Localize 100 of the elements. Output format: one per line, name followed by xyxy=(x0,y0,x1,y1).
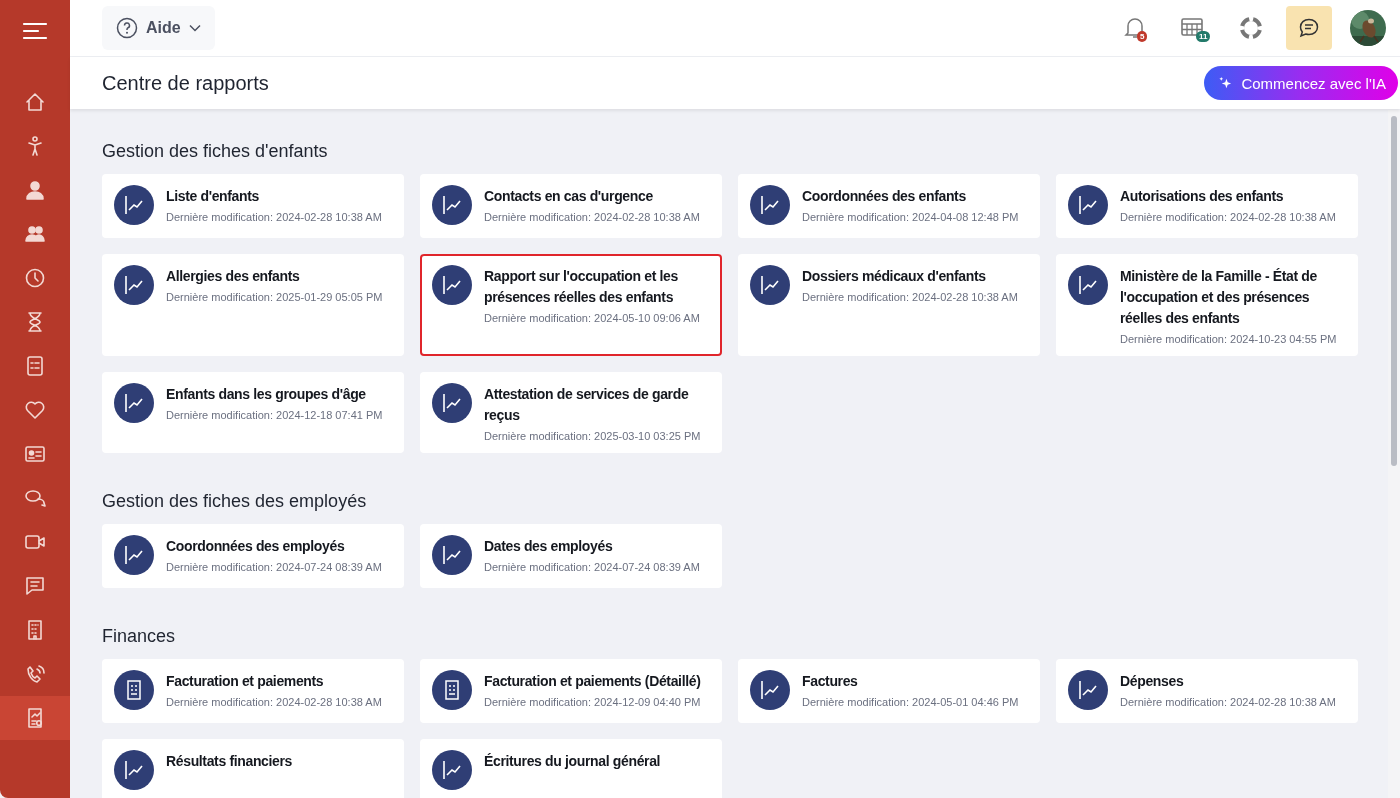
chart-icon xyxy=(114,383,154,423)
report-title: Coordonnées des enfants xyxy=(802,187,967,206)
report-card[interactable]: Liste d'enfants Dernière modification: 2024-02-28 10:38 AM xyxy=(102,174,404,238)
report-title: Contacts en cas d'urgence xyxy=(484,187,654,206)
last-modified: Dernière modification: 2025-03-10 03:25 PM xyxy=(484,430,702,442)
message-icon xyxy=(24,575,46,597)
last-modified: Dernière modification: 2024-02-28 10:38 AM xyxy=(166,211,382,223)
clock-icon xyxy=(24,267,46,289)
report-card[interactable]: Allergies des enfants Dernière modification: 2025-01-29 05:05 PM xyxy=(102,254,404,356)
help-icon xyxy=(116,17,138,39)
invoice-icon xyxy=(114,670,154,710)
report-title: Enfants dans les groupes d'âge xyxy=(166,385,367,404)
chart-icon xyxy=(114,535,154,575)
chart-icon xyxy=(114,750,154,790)
group-icon xyxy=(24,223,46,245)
chart-icon xyxy=(750,265,790,305)
report-title: Allergies des enfants xyxy=(166,267,301,286)
chat-button[interactable] xyxy=(1286,6,1332,50)
last-modified: Dernière modification: 2024-04-08 12:48 PM xyxy=(802,211,1019,223)
heart-icon xyxy=(24,399,46,421)
report-title: Facturation et paiements (Détaillé) xyxy=(484,672,701,691)
report-title: Résultats financiers xyxy=(166,752,293,771)
chart-icon xyxy=(750,185,790,225)
report-card[interactable]: Rapport sur l'occupation et les présences réelles des enfants Dernière modification: 2024-05-10 09:06 AM xyxy=(420,254,722,356)
notification-count: 5 xyxy=(1137,31,1148,42)
ai-button[interactable]: Commencez avec l'IA xyxy=(1204,66,1398,100)
last-modified: Dernière modification: 2024-07-24 08:39 AM xyxy=(166,561,382,573)
section-title: Gestion des fiches des employés xyxy=(102,491,368,512)
scrollbar[interactable] xyxy=(1388,110,1400,798)
report-title: Dates des employés xyxy=(484,537,614,556)
report-card[interactable]: Autorisations des enfants Dernière modification: 2024-02-28 10:38 AM xyxy=(1056,174,1358,238)
user-icon xyxy=(24,179,46,201)
chart-icon xyxy=(114,265,154,305)
last-modified: Dernière modification: 2024-02-28 10:38 AM xyxy=(1120,696,1336,708)
chart-icon xyxy=(1068,185,1108,225)
chart-icon xyxy=(1068,265,1108,305)
last-modified: Dernière modification: 2024-05-10 09:06 AM xyxy=(484,312,701,324)
chart-icon xyxy=(432,185,472,225)
schedule-button[interactable]: 11 xyxy=(1170,6,1216,50)
report-card[interactable]: Contacts en cas d'urgence Dernière modification: 2024-02-28 10:38 AM xyxy=(420,174,722,238)
phone-icon xyxy=(24,663,46,685)
report-card[interactable]: Facturation et paiements Dernière modification: 2024-02-28 10:38 AM xyxy=(102,659,404,723)
report-card[interactable]: Dépenses Dernière modification: 2024-02-28 10:38 AM xyxy=(1056,659,1358,723)
help-dropdown[interactable]: Aide xyxy=(102,6,215,50)
last-modified: Dernière modification: 2024-10-23 04:55 PM xyxy=(1120,333,1338,345)
report-title: Autorisations des enfants xyxy=(1120,187,1285,206)
report-title: Facturation et paiements xyxy=(166,672,325,691)
report-card[interactable]: Attestation de services de garde reçus Dernière modification: 2025-03-10 03:25 PM xyxy=(420,372,722,453)
report-title: Rapport sur l'occupation et les présences réelles des enfants xyxy=(484,267,679,307)
invoice-icon xyxy=(432,670,472,710)
report-card[interactable]: Coordonnées des enfants Dernière modification: 2024-04-08 12:48 PM xyxy=(738,174,1040,238)
schedule-count: 11 xyxy=(1196,31,1211,42)
last-modified: Dernière modification: 2024-02-28 10:38 AM xyxy=(1120,211,1336,223)
report-title: Dossiers médicaux d'enfants xyxy=(802,267,987,286)
lifebuoy-icon xyxy=(1240,17,1262,39)
section-title: Gestion des fiches d'enfants xyxy=(102,141,329,162)
notifications-button[interactable]: 5 xyxy=(1112,6,1158,50)
chart-icon xyxy=(432,750,472,790)
report-title: Liste d'enfants xyxy=(166,187,260,206)
chart-icon xyxy=(432,383,472,423)
id-card-icon xyxy=(24,443,46,465)
last-modified: Dernière modification: 2024-02-28 10:38 AM xyxy=(802,291,1018,303)
chart-icon xyxy=(432,265,472,305)
report-card[interactable]: Dates des employés Dernière modification: 2024-07-24 08:39 AM xyxy=(420,524,722,588)
last-modified: Dernière modification: 2024-05-01 04:46 PM xyxy=(802,696,1019,708)
report-title: Attestation de services de garde reçus xyxy=(484,385,690,425)
report-card[interactable]: Dossiers médicaux d'enfants Dernière modification: 2024-02-28 10:38 AM xyxy=(738,254,1040,356)
menu-icon xyxy=(22,22,48,40)
report-card[interactable]: Coordonnées des employés Dernière modification: 2024-07-24 08:39 AM xyxy=(102,524,404,588)
home-icon xyxy=(24,91,46,113)
report-card[interactable]: Factures Dernière modification: 2024-05-01 04:46 PM xyxy=(738,659,1040,723)
chat-bubbles-icon xyxy=(24,487,46,509)
report-title: Coordonnées des employés xyxy=(166,537,346,556)
last-modified: Dernière modification: 2024-12-09 04:40 PM xyxy=(484,696,701,708)
last-modified: Dernière modification: 2024-07-24 08:39 AM xyxy=(484,561,700,573)
sidebar-item[interactable] xyxy=(0,696,70,740)
report-title: Factures xyxy=(802,672,859,691)
page-title: Centre de rapports xyxy=(102,71,269,95)
sparkle-icon xyxy=(1218,75,1234,91)
report-card[interactable]: Enfants dans les groupes d'âge Dernière modification: 2024-12-18 07:41 PM xyxy=(102,372,404,453)
chart-icon xyxy=(114,185,154,225)
last-modified: Dernière modification: 2024-02-28 10:38 AM xyxy=(166,696,382,708)
chat-icon xyxy=(1298,17,1320,39)
report-card[interactable]: Écritures du journal général xyxy=(420,739,722,798)
chart-icon xyxy=(432,535,472,575)
section-title: Finances xyxy=(102,626,177,647)
chart-icon xyxy=(750,670,790,710)
chart-icon xyxy=(1068,670,1108,710)
report-title: Dépenses xyxy=(1120,672,1185,691)
report-card[interactable]: Ministère de la Famille - État de l'occupation et des présences réelles des enfants Dernière modification: 2024-10-23 04:55 PM xyxy=(1056,254,1358,356)
report-card[interactable]: Facturation et paiements (Détaillé) Dernière modification: 2024-12-09 04:40 PM xyxy=(420,659,722,723)
chevron-down-icon xyxy=(188,24,201,32)
bell-icon xyxy=(1124,16,1146,40)
last-modified: Dernière modification: 2024-02-28 10:38 AM xyxy=(484,211,700,223)
report-card[interactable]: Résultats financiers xyxy=(102,739,404,798)
last-modified: Dernière modification: 2025-01-29 05:05 PM xyxy=(166,291,383,303)
last-modified: Dernière modification: 2024-12-18 07:41 PM xyxy=(166,409,383,421)
checklist-icon xyxy=(24,355,46,377)
report-title: Ministère de la Famille - État de l'occupation et des présences réelles des enfants xyxy=(1120,267,1318,328)
report-title: Écritures du journal général xyxy=(484,752,661,771)
